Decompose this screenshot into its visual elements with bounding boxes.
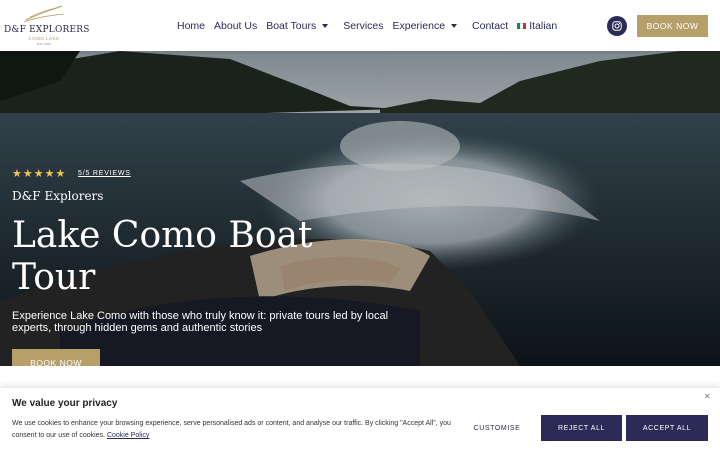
nav-experience-label: Experience	[392, 19, 446, 32]
nav-services[interactable]: Services	[343, 20, 383, 32]
hero-section: ★ ★ ★ ★ ★ 5/5 REVIEWS D&F Explorers Lake…	[0, 51, 720, 366]
cookie-policy-link[interactable]: Cookie Policy	[107, 432, 149, 439]
book-now-hero-button[interactable]: BOOK NOW	[12, 349, 100, 366]
star-icon: ★	[22, 167, 33, 180]
logo-established: EST. 2021	[37, 42, 51, 46]
accept-all-button[interactable]: ACCEPT ALL	[626, 415, 708, 441]
star-icon: ★	[33, 167, 44, 180]
logo-name: D&F EXPLORERS	[4, 25, 90, 35]
reject-all-button[interactable]: REJECT ALL	[541, 415, 622, 441]
nav-services-label: Services	[343, 19, 384, 32]
rating-stars: ★ ★ ★ ★ ★	[12, 168, 66, 179]
instagram-icon	[612, 21, 622, 31]
chevron-down-icon	[451, 23, 458, 28]
nav-boat-tours-label: Boat Tours	[266, 19, 317, 32]
hero-description: Experience Lake Como with those who trul…	[12, 310, 389, 334]
chevron-down-icon	[322, 23, 329, 28]
site-header: D&F EXPLORERS COMO LAKE EST. 2021 Home A…	[0, 0, 720, 51]
star-icon: ★	[12, 167, 22, 180]
nav-language-italian[interactable]: Italian	[517, 20, 557, 32]
reviews-link[interactable]: 5/5 REVIEWS	[78, 170, 131, 177]
italy-flag-icon	[517, 22, 527, 29]
main-nav: Home About Us Boat Tours Services Experi…	[177, 0, 566, 51]
nav-experience[interactable]: Experience	[393, 20, 464, 32]
cookie-banner: ✕ We value your privacy We use cookies t…	[0, 388, 720, 450]
star-icon: ★	[44, 167, 55, 180]
nav-contact[interactable]: Contact	[472, 20, 508, 32]
logo-mark-icon	[23, 5, 65, 23]
nav-home[interactable]: Home	[177, 20, 205, 32]
nav-contact-label: Contact	[472, 19, 509, 32]
nav-home-label: Home	[177, 19, 206, 32]
nav-about-us-label: About Us	[214, 19, 258, 32]
nav-about-us[interactable]: About Us	[214, 20, 257, 32]
star-icon: ★	[55, 167, 66, 180]
cookie-text: We use cookies to enhance your browsing …	[12, 418, 452, 442]
logo-subtitle: COMO LAKE	[28, 36, 60, 41]
customise-button[interactable]: CUSTOMISE	[457, 416, 537, 440]
cookie-title: We value your privacy	[12, 398, 118, 409]
logo[interactable]: D&F EXPLORERS COMO LAKE EST. 2021	[4, 4, 90, 46]
hero-title: Lake Como Boat Tour	[12, 215, 313, 298]
nav-language-label: Italian	[529, 19, 558, 32]
nav-boat-tours[interactable]: Boat Tours	[266, 20, 334, 32]
cookie-text-body: We use cookies to enhance your browsing …	[12, 420, 451, 439]
book-now-header-button[interactable]: BOOK NOW	[637, 15, 708, 37]
hero-brand: D&F Explorers	[12, 189, 104, 203]
close-icon[interactable]: ✕	[704, 392, 711, 401]
instagram-button[interactable]	[607, 16, 627, 36]
